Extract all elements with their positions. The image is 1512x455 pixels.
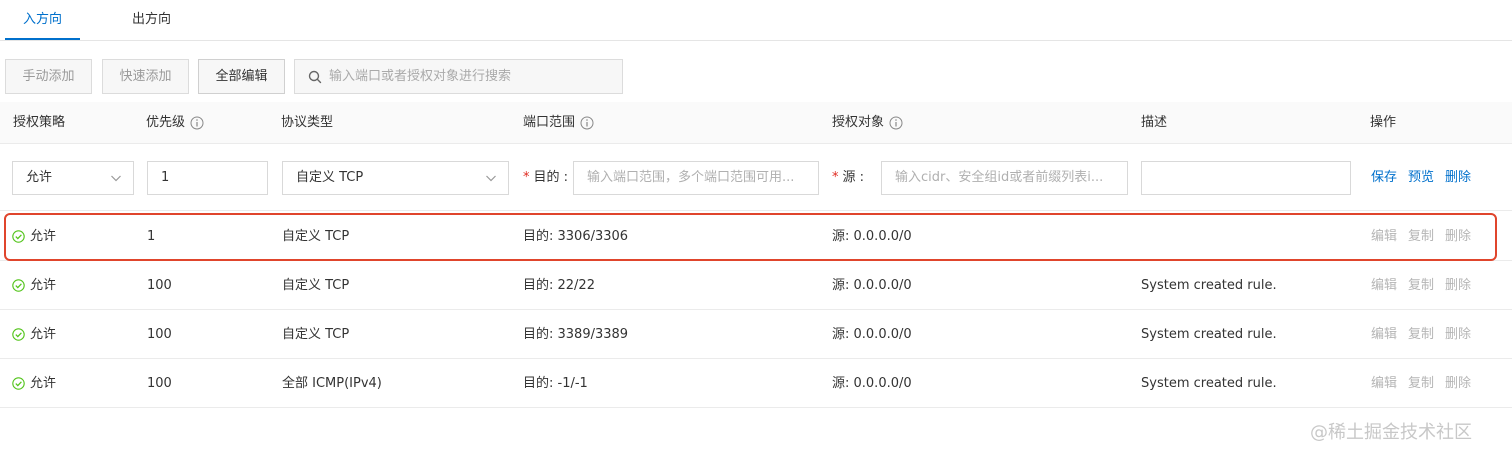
protocol-cell: 全部 ICMP(IPv4)	[282, 376, 382, 391]
policy-text: 允许	[30, 278, 57, 293]
edit-link[interactable]: 编辑	[1371, 310, 1397, 359]
check-circle-icon	[12, 279, 25, 292]
priority-cell: 100	[147, 327, 172, 342]
protocol-cell: 自定义 TCP	[282, 278, 350, 293]
column-header-label: 描述	[1141, 115, 1168, 130]
column-header-label: 协议类型	[281, 115, 334, 130]
copy-link[interactable]: 复制	[1408, 310, 1434, 359]
info-icon[interactable]	[889, 116, 903, 130]
copy-link[interactable]: 复制	[1408, 359, 1434, 408]
column-header-label: 优先级	[146, 115, 186, 130]
chevron-down-icon	[486, 175, 496, 182]
column-header-protocol: 协议类型	[281, 102, 333, 144]
new-rule-edit-row: 允许 1 自定义 TCP * 目的 : 输入端口范围，多个端口范围可用... * 源…	[0, 145, 1512, 211]
edit-link[interactable]: 编辑	[1371, 212, 1397, 261]
delete-link[interactable]: 删除	[1445, 212, 1471, 261]
protocol-select[interactable]: 自定义 TCP	[282, 161, 509, 195]
delete-link[interactable]: 删除	[1445, 310, 1471, 359]
port-range-cell: 目的: 3306/3306	[523, 229, 629, 244]
column-header-label: 操作	[1370, 115, 1397, 130]
edit-all-button[interactable]: 全部编辑	[198, 59, 285, 94]
priority-input[interactable]: 1	[147, 161, 268, 195]
auth-object-cell: 源: 0.0.0.0/0	[832, 376, 912, 391]
policy-text: 允许	[30, 376, 57, 391]
column-header-port-range: 端口范围	[523, 102, 594, 144]
description-cell: System created rule.	[1141, 278, 1277, 293]
table-row: 允许 100 自定义 TCP 目的: 3389/3389 源: 0.0.0.0/…	[0, 310, 1512, 359]
column-header-priority: 优先级	[146, 102, 204, 144]
protocol-select-value: 自定义 TCP	[296, 170, 364, 185]
edit-link[interactable]: 编辑	[1371, 359, 1397, 408]
port-range-cell: 目的: 3389/3389	[523, 327, 629, 342]
tab-outbound[interactable]: 出方向	[132, 0, 171, 41]
copy-link[interactable]: 复制	[1408, 212, 1434, 261]
source-input[interactable]: 输入cidr、安全组id或者前缀列表i...	[881, 161, 1128, 195]
delete-link[interactable]: 删除	[1445, 261, 1471, 310]
auth-object-cell: 源: 0.0.0.0/0	[832, 278, 912, 293]
policy-cell: 允许	[12, 359, 56, 408]
priority-cell: 1	[147, 229, 156, 244]
priority-cell: 100	[147, 376, 172, 391]
save-link[interactable]: 保存	[1371, 161, 1397, 195]
source-label-text: 源 :	[842, 170, 865, 185]
info-icon[interactable]	[190, 116, 204, 130]
quick-add-button[interactable]: 快速添加	[102, 59, 189, 94]
column-header-actions: 操作	[1370, 102, 1396, 144]
source-label: * 源 :	[832, 161, 864, 195]
required-marker: *	[523, 170, 530, 185]
search-input[interactable]	[329, 60, 617, 93]
table-row: 允许 100 自定义 TCP 目的: 22/22 源: 0.0.0.0/0 Sy…	[0, 261, 1512, 310]
check-circle-icon	[12, 377, 25, 390]
policy-cell: 允许	[12, 310, 56, 359]
delete-link[interactable]: 删除	[1445, 161, 1471, 195]
column-header-auth-object: 授权对象	[832, 102, 903, 144]
direction-tabs: 入方向 出方向	[0, 0, 1512, 41]
column-header-policy: 授权策略	[13, 102, 65, 144]
description-cell: System created rule.	[1141, 376, 1277, 391]
policy-cell: 允许	[12, 261, 56, 310]
protocol-cell: 自定义 TCP	[282, 327, 350, 342]
column-header-description: 描述	[1141, 102, 1167, 144]
table-row: 允许 1 自定义 TCP 目的: 3306/3306 源: 0.0.0.0/0 …	[0, 212, 1512, 261]
check-circle-icon	[12, 328, 25, 341]
chevron-down-icon	[111, 175, 121, 182]
column-header-label: 端口范围	[523, 115, 576, 130]
dest-port-input[interactable]: 输入端口范围，多个端口范围可用...	[573, 161, 819, 195]
check-circle-icon	[12, 230, 25, 243]
dest-port-label: * 目的 :	[523, 161, 568, 195]
active-tab-indicator	[5, 38, 80, 40]
column-header-label: 授权对象	[832, 115, 885, 130]
protocol-cell: 自定义 TCP	[282, 229, 350, 244]
dest-port-label-text: 目的 :	[533, 170, 569, 185]
search-icon	[308, 70, 322, 84]
watermark: @稀土掘金技术社区	[1310, 422, 1472, 443]
description-input[interactable]	[1141, 161, 1351, 195]
policy-select[interactable]: 允许	[12, 161, 134, 195]
policy-text: 允许	[30, 229, 57, 244]
auth-object-cell: 源: 0.0.0.0/0	[832, 327, 912, 342]
info-icon[interactable]	[580, 116, 594, 130]
column-header-label: 授权策略	[13, 115, 66, 130]
manual-add-button[interactable]: 手动添加	[5, 59, 92, 94]
priority-cell: 100	[147, 278, 172, 293]
port-range-cell: 目的: -1/-1	[523, 376, 588, 391]
policy-text: 允许	[30, 327, 57, 342]
search-box	[294, 59, 623, 94]
delete-link[interactable]: 删除	[1445, 359, 1471, 408]
copy-link[interactable]: 复制	[1408, 261, 1434, 310]
auth-object-cell: 源: 0.0.0.0/0	[832, 229, 912, 244]
policy-select-value: 允许	[26, 170, 53, 185]
tab-inbound[interactable]: 入方向	[23, 0, 62, 41]
required-marker: *	[832, 170, 839, 185]
preview-link[interactable]: 预览	[1408, 161, 1434, 195]
edit-link[interactable]: 编辑	[1371, 261, 1397, 310]
table-header: 授权策略 优先级 协议类型 端口范围 授权对象 描述 操作	[0, 102, 1512, 144]
port-range-cell: 目的: 22/22	[523, 278, 595, 293]
table-row: 允许 100 全部 ICMP(IPv4) 目的: -1/-1 源: 0.0.0.…	[0, 359, 1512, 408]
description-cell: System created rule.	[1141, 327, 1277, 342]
policy-cell: 允许	[12, 212, 56, 261]
